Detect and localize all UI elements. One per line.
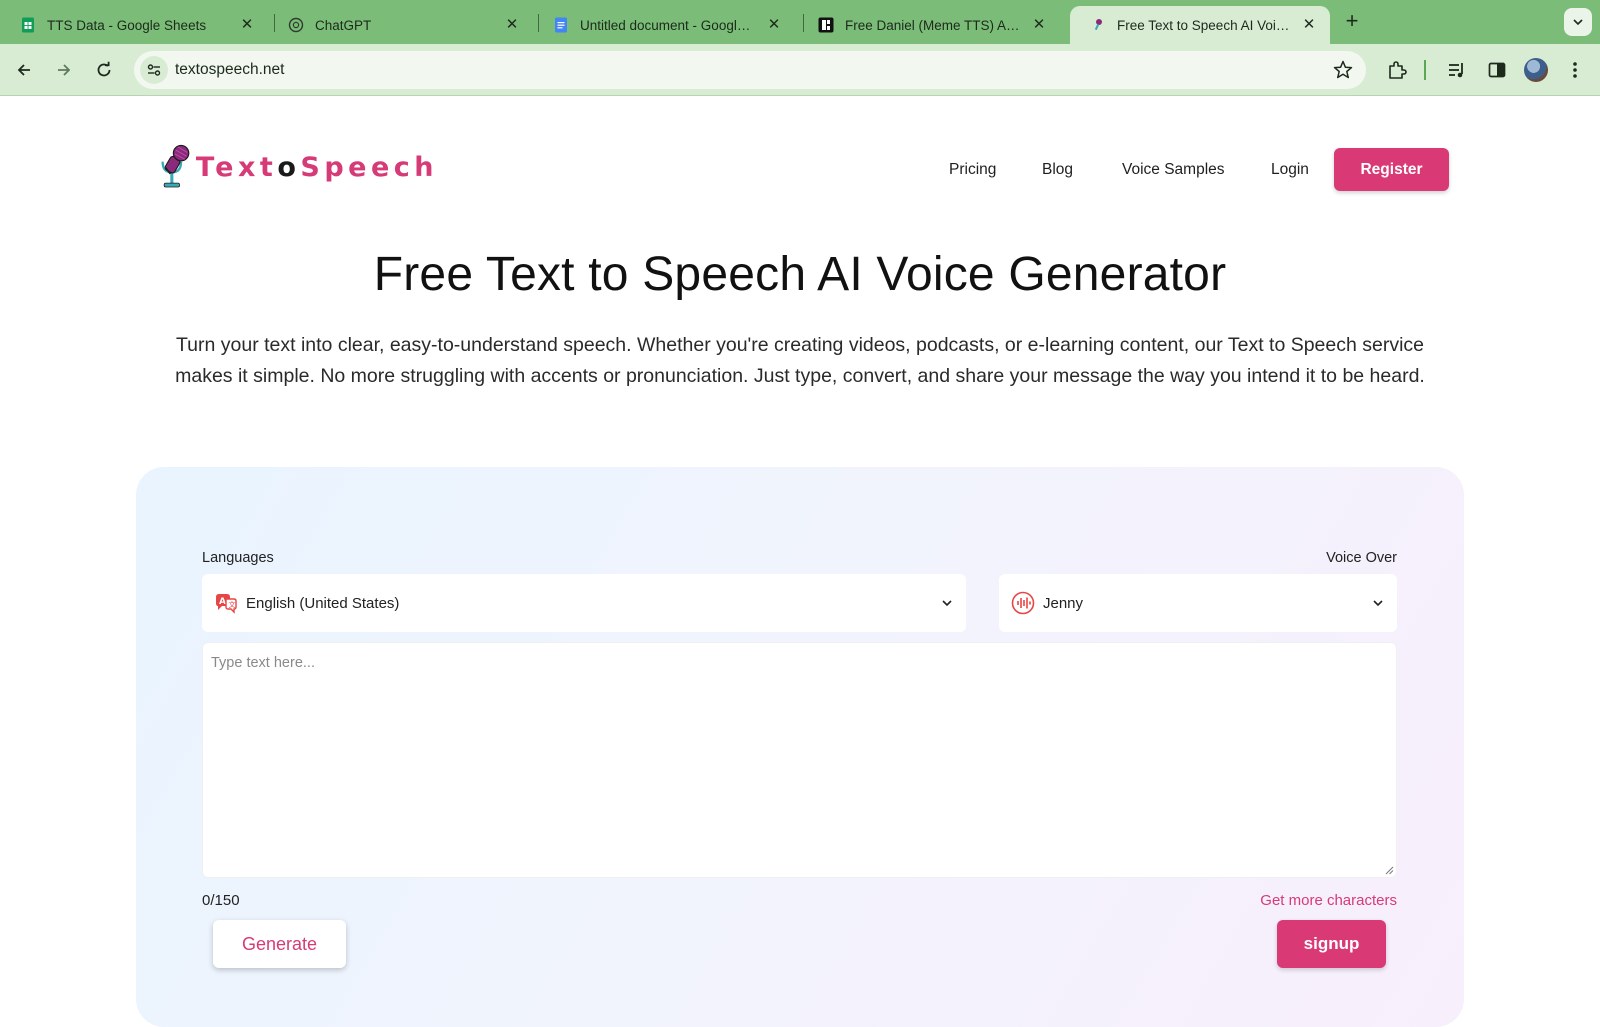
logo-text-o: o <box>277 151 301 183</box>
url-text[interactable]: textospeech.net <box>175 61 284 79</box>
tab-title: TTS Data - Google Sheets <box>47 17 207 33</box>
tab-title: Untitled document - Google Docs <box>580 17 757 33</box>
chevron-down-icon <box>1573 19 1583 26</box>
tab-title: ChatGPT <box>315 17 372 33</box>
tab-sheets[interactable]: TTS Data - Google Sheets ✕ <box>0 6 268 44</box>
nav-pricing[interactable]: Pricing <box>949 149 996 191</box>
chevron-down-icon <box>942 600 952 607</box>
address-bar[interactable]: textospeech.net <box>134 51 1366 89</box>
text-input[interactable]: Type text here... <box>202 642 1397 878</box>
text-input-placeholder: Type text here... <box>211 655 315 671</box>
tab-textospeech[interactable]: Free Text to Speech AI Voice Generator ✕ <box>1070 6 1330 44</box>
microphone-favicon <box>1090 17 1106 33</box>
generate-button[interactable]: Generate <box>213 920 346 968</box>
resize-handle-icon[interactable] <box>1384 865 1394 875</box>
nav-link-pricing[interactable]: Pricing <box>949 161 996 179</box>
tab-chatgpt[interactable]: ChatGPT ✕ <box>268 6 533 44</box>
site-logo[interactable]: TextoSpeech <box>158 137 438 197</box>
google-sheets-icon <box>20 17 36 33</box>
nav-link-voice-samples[interactable]: Voice Samples <box>1122 161 1225 179</box>
language-translate-icon: A文 <box>214 591 238 615</box>
character-counter: 0/150 <box>202 892 240 909</box>
extensions-icon[interactable] <box>1384 57 1410 83</box>
voice-value: Jenny <box>1043 594 1084 612</box>
close-icon[interactable]: ✕ <box>238 16 256 34</box>
chatgpt-icon <box>288 17 304 33</box>
toolbar-divider <box>1424 60 1426 80</box>
logo-text-prefix: Texto <box>195 151 301 183</box>
microphone-logo-icon <box>161 144 190 188</box>
new-tab-button[interactable]: + <box>1340 10 1364 34</box>
hero-description: Turn your text into clear, easy-to-under… <box>175 334 1425 387</box>
reload-button[interactable] <box>90 56 118 84</box>
close-icon[interactable]: ✕ <box>1300 16 1318 34</box>
nav-link-login[interactable]: Login <box>1271 161 1309 179</box>
close-icon[interactable]: ✕ <box>765 16 783 34</box>
page-title: Free Text to Speech AI Voice Generator <box>373 248 1227 301</box>
chevron-down-icon <box>1373 600 1383 607</box>
voice-site-icon <box>818 17 834 33</box>
signup-button[interactable]: signup <box>1277 920 1386 968</box>
languages-label: Languages <box>202 550 274 566</box>
kebab-menu-icon[interactable] <box>1562 57 1588 83</box>
logo-text-suffix: Speech <box>300 151 438 183</box>
close-icon[interactable]: ✕ <box>503 16 521 34</box>
page-content: TextoSpeech Pricing Blog Voice Samples L… <box>0 97 1600 1027</box>
tab-strip: TTS Data - Google Sheets ✕ ChatGPT ✕ Unt… <box>0 0 1600 44</box>
tab-daniel-tts[interactable]: Free Daniel (Meme TTS) AI Voice ✕ <box>798 6 1060 44</box>
language-select[interactable]: A文 English (United States) <box>202 574 966 632</box>
svg-text:文: 文 <box>229 600 236 609</box>
close-icon[interactable]: ✕ <box>1030 16 1048 34</box>
nav-blog[interactable]: Blog <box>1042 149 1073 191</box>
tab-title: Free Text to Speech AI Voice Generator <box>1117 17 1292 33</box>
arrow-left-icon <box>17 64 30 76</box>
tab-docs[interactable]: Untitled document - Google Docs ✕ <box>533 6 795 44</box>
language-value: English (United States) <box>246 594 400 612</box>
get-more-characters-link[interactable]: Get more characters <box>1246 892 1397 909</box>
google-docs-icon <box>553 17 569 33</box>
tab-search-button[interactable] <box>1564 8 1592 36</box>
browser-toolbar: textospeech.net <box>0 44 1600 96</box>
nav-voice-samples[interactable]: Voice Samples <box>1122 149 1225 191</box>
voice-select[interactable]: Jenny <box>999 574 1397 632</box>
forward-button[interactable] <box>50 56 78 84</box>
bookmark-star-icon[interactable] <box>1332 59 1354 81</box>
back-button[interactable] <box>10 56 38 84</box>
voice-over-label: Voice Over <box>1326 550 1397 566</box>
logo-wordmark: TextoSpeech <box>196 152 438 183</box>
media-control-icon[interactable] <box>1444 57 1470 83</box>
voice-waveform-icon <box>1011 591 1035 615</box>
site-settings-icon[interactable] <box>140 56 168 84</box>
svg-text:A: A <box>219 597 226 607</box>
tab-title: Free Daniel (Meme TTS) AI Voice <box>845 17 1022 33</box>
profile-avatar[interactable] <box>1524 58 1548 82</box>
nav-link-blog[interactable]: Blog <box>1042 161 1073 179</box>
site-header: TextoSpeech Pricing Blog Voice Samples L… <box>0 97 1600 207</box>
register-button[interactable]: Register <box>1334 148 1449 191</box>
side-panel-icon[interactable] <box>1484 57 1510 83</box>
nav-login[interactable]: Login <box>1271 149 1309 191</box>
reload-icon <box>97 61 111 77</box>
arrow-right-icon <box>58 64 71 76</box>
